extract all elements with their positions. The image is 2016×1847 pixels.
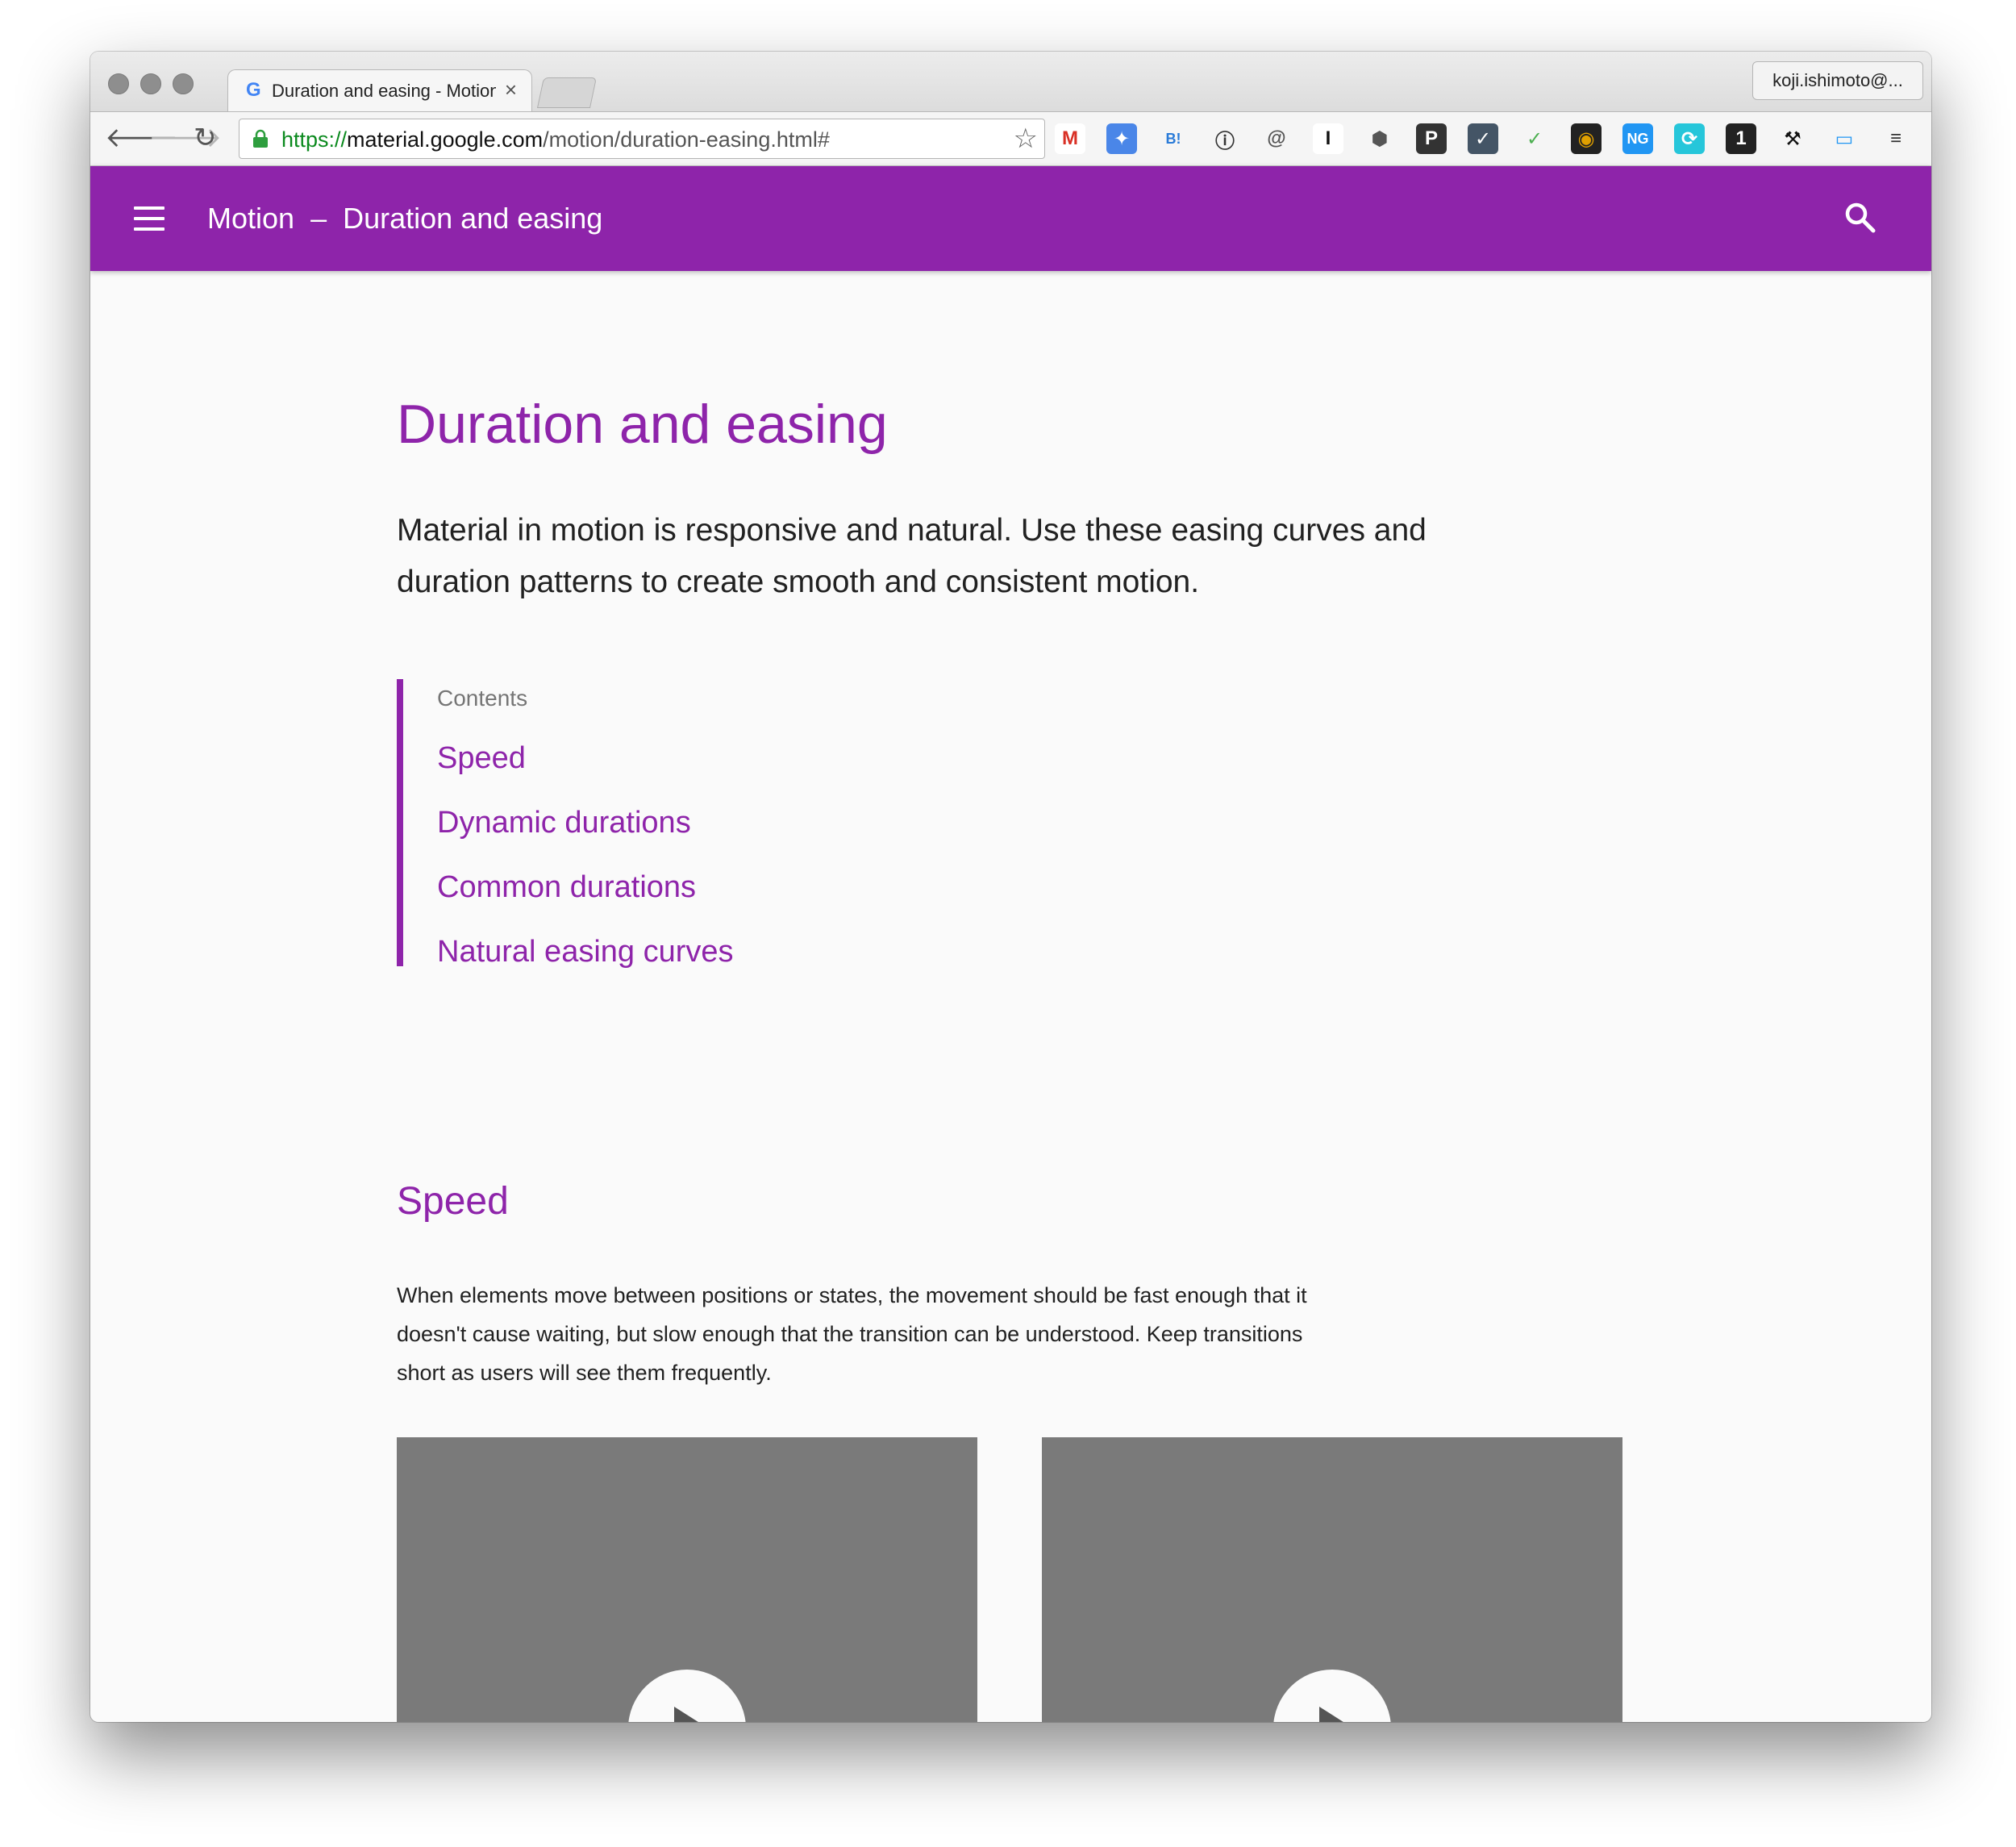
app-bar-title: Motion – Duration and easing xyxy=(207,202,602,236)
tab-bar: G Duration and easing - Motion × koji.is… xyxy=(90,52,1931,111)
search-icon[interactable] xyxy=(1844,202,1876,234)
intro-paragraph: Material in motion is responsive and nat… xyxy=(397,513,1427,599)
toc-link-speed[interactable]: Speed xyxy=(437,739,734,778)
chart-extension-icon[interactable]: ✓ xyxy=(1468,123,1498,154)
video-player[interactable] xyxy=(1042,1437,1622,1722)
sync-extension-icon[interactable]: ⟳ xyxy=(1674,123,1705,154)
app-bar: Motion – Duration and easing xyxy=(90,166,1931,271)
url-text: https://material.google.com/motion/durat… xyxy=(281,127,830,152)
zoom-window-button[interactable] xyxy=(173,73,194,94)
bookmark-star-icon[interactable]: ☆ xyxy=(1014,124,1038,153)
play-icon xyxy=(674,1707,710,1722)
lock-icon xyxy=(253,129,268,148)
section-paragraph: When elements move between positions or … xyxy=(397,1283,1307,1385)
address-bar[interactable]: https://material.google.com/motion/durat… xyxy=(239,119,1045,159)
tab-title: Duration and easing - Motion xyxy=(272,81,496,101)
mail-extension-icon[interactable]: @ xyxy=(1261,123,1292,154)
browser-toolbar: 🡐 🡒 ↻ https://material.google.com/motion… xyxy=(90,111,1931,166)
instapaper-extension-icon[interactable]: I xyxy=(1313,123,1343,154)
new-tab-button[interactable] xyxy=(536,77,598,108)
tab-duration-easing[interactable]: G Duration and easing - Motion × xyxy=(227,69,532,111)
google-favicon-icon: G xyxy=(246,79,261,101)
contents-label: Contents xyxy=(437,686,528,711)
trend-extension-icon[interactable]: ✓ xyxy=(1519,123,1550,154)
menu-extension-icon[interactable]: ≡ xyxy=(1881,123,1911,154)
page-content: Duration and easing Material in motion i… xyxy=(90,271,1931,1722)
play-button[interactable] xyxy=(1273,1670,1391,1722)
close-window-button[interactable] xyxy=(108,73,129,94)
pin-extension-icon[interactable]: ✦ xyxy=(1106,123,1137,154)
hexagon-extension-icon[interactable]: ⬢ xyxy=(1364,123,1395,154)
ng-extension-icon[interactable]: NG xyxy=(1622,123,1653,154)
app-bar-section[interactable]: Motion xyxy=(207,202,294,235)
toc-link-natural-easing-curves[interactable]: Natural easing curves xyxy=(437,932,734,971)
tab-close-icon[interactable]: × xyxy=(505,78,517,101)
one-extension-icon[interactable]: 1 xyxy=(1726,123,1756,154)
hamburger-menu-icon[interactable] xyxy=(134,206,165,231)
color-picker-extension-icon[interactable]: ◉ xyxy=(1571,123,1602,154)
screenshot-extension-icon[interactable]: ▭ xyxy=(1829,123,1860,154)
section-heading-speed: Speed xyxy=(397,1180,509,1223)
onepassword-extension-icon[interactable]: ⓘ xyxy=(1210,123,1240,154)
app-bar-separator: – xyxy=(310,202,327,235)
toc-link-common-durations[interactable]: Common durations xyxy=(437,868,734,907)
profile-button[interactable]: koji.ishimoto@... xyxy=(1752,61,1923,100)
play-button[interactable] xyxy=(628,1670,746,1722)
app-bar-page: Duration and easing xyxy=(343,202,603,235)
toc-link-dynamic-durations[interactable]: Dynamic durations xyxy=(437,803,734,842)
pocket-extension-icon[interactable]: P xyxy=(1416,123,1447,154)
hatena-bookmark-icon[interactable]: B! xyxy=(1158,123,1189,154)
gmail-extension-icon[interactable]: M xyxy=(1055,123,1085,154)
page-title: Duration and easing xyxy=(397,394,888,455)
video-player[interactable] xyxy=(397,1437,977,1722)
minimize-window-button[interactable] xyxy=(140,73,161,94)
browser-window: G Duration and easing - Motion × koji.is… xyxy=(90,52,1931,1722)
reload-icon[interactable]: ↻ xyxy=(194,123,217,152)
hammer-extension-icon[interactable]: ⚒ xyxy=(1777,123,1808,154)
play-icon xyxy=(1319,1707,1355,1722)
table-of-contents: Contents Speed Dynamic durations Common … xyxy=(397,679,734,969)
